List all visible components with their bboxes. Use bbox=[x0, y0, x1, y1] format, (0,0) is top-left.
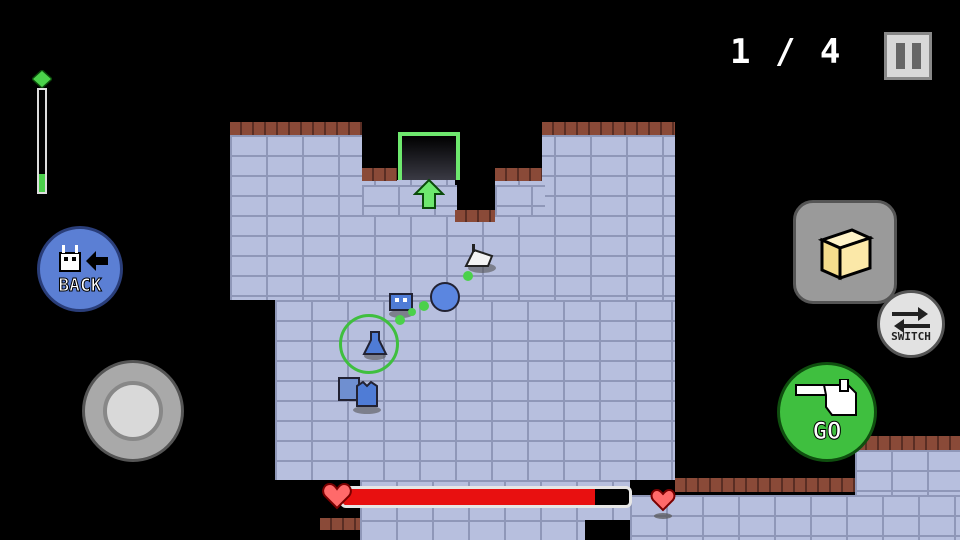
wall-bottom-left bbox=[320, 518, 360, 530]
pointing-hand-icon bbox=[795, 379, 857, 416]
wall-right-ledge-2 bbox=[855, 436, 960, 450]
go-label: GO bbox=[812, 417, 842, 446]
floor-bottom-gap bbox=[585, 520, 630, 540]
heart-icon bbox=[322, 482, 352, 510]
wall-top-left bbox=[230, 122, 362, 135]
floor-notch-fill-2 bbox=[495, 185, 545, 215]
back-button[interactable]: BACK bbox=[37, 226, 123, 312]
switch-button[interactable]: SWITCH bbox=[877, 290, 945, 358]
gem-icon bbox=[32, 70, 52, 88]
back-label: BACK bbox=[58, 274, 102, 296]
energy-track bbox=[37, 88, 47, 194]
floor-right bbox=[630, 495, 960, 540]
health-track bbox=[340, 486, 632, 508]
health-fill bbox=[343, 489, 595, 505]
switch-label: SWITCH bbox=[891, 329, 931, 343]
counter-display: 1 / 4 bbox=[730, 32, 843, 72]
switch-arrows-icon bbox=[892, 306, 930, 332]
joystick-knob[interactable] bbox=[103, 381, 163, 441]
wall-top-right bbox=[542, 122, 675, 135]
up-arrow-icon bbox=[413, 178, 445, 209]
pause-button[interactable] bbox=[884, 32, 932, 80]
floor-right-upper bbox=[855, 450, 960, 495]
wall-notch-right bbox=[495, 168, 542, 181]
energy-meter bbox=[32, 70, 52, 196]
wall-notch-left bbox=[362, 168, 397, 181]
wall-right-ledge bbox=[675, 478, 855, 492]
exit-door[interactable] bbox=[398, 132, 460, 180]
energy-fill bbox=[39, 173, 45, 192]
item-button[interactable] bbox=[793, 200, 897, 304]
go-button[interactable]: GO bbox=[777, 362, 877, 462]
crate-icon bbox=[817, 228, 875, 281]
robot-flask[interactable] bbox=[360, 328, 390, 362]
wall-notch-inner bbox=[455, 165, 495, 210]
joystick[interactable] bbox=[82, 360, 184, 462]
pause-icon bbox=[895, 43, 921, 69]
robot-crate[interactable] bbox=[335, 372, 387, 416]
connector-dots bbox=[395, 271, 473, 325]
heart-pickup-icon[interactable] bbox=[650, 488, 676, 520]
wall-notch-bottom bbox=[455, 210, 495, 222]
robot-back-icon bbox=[59, 244, 108, 272]
health-bar bbox=[322, 482, 632, 512]
